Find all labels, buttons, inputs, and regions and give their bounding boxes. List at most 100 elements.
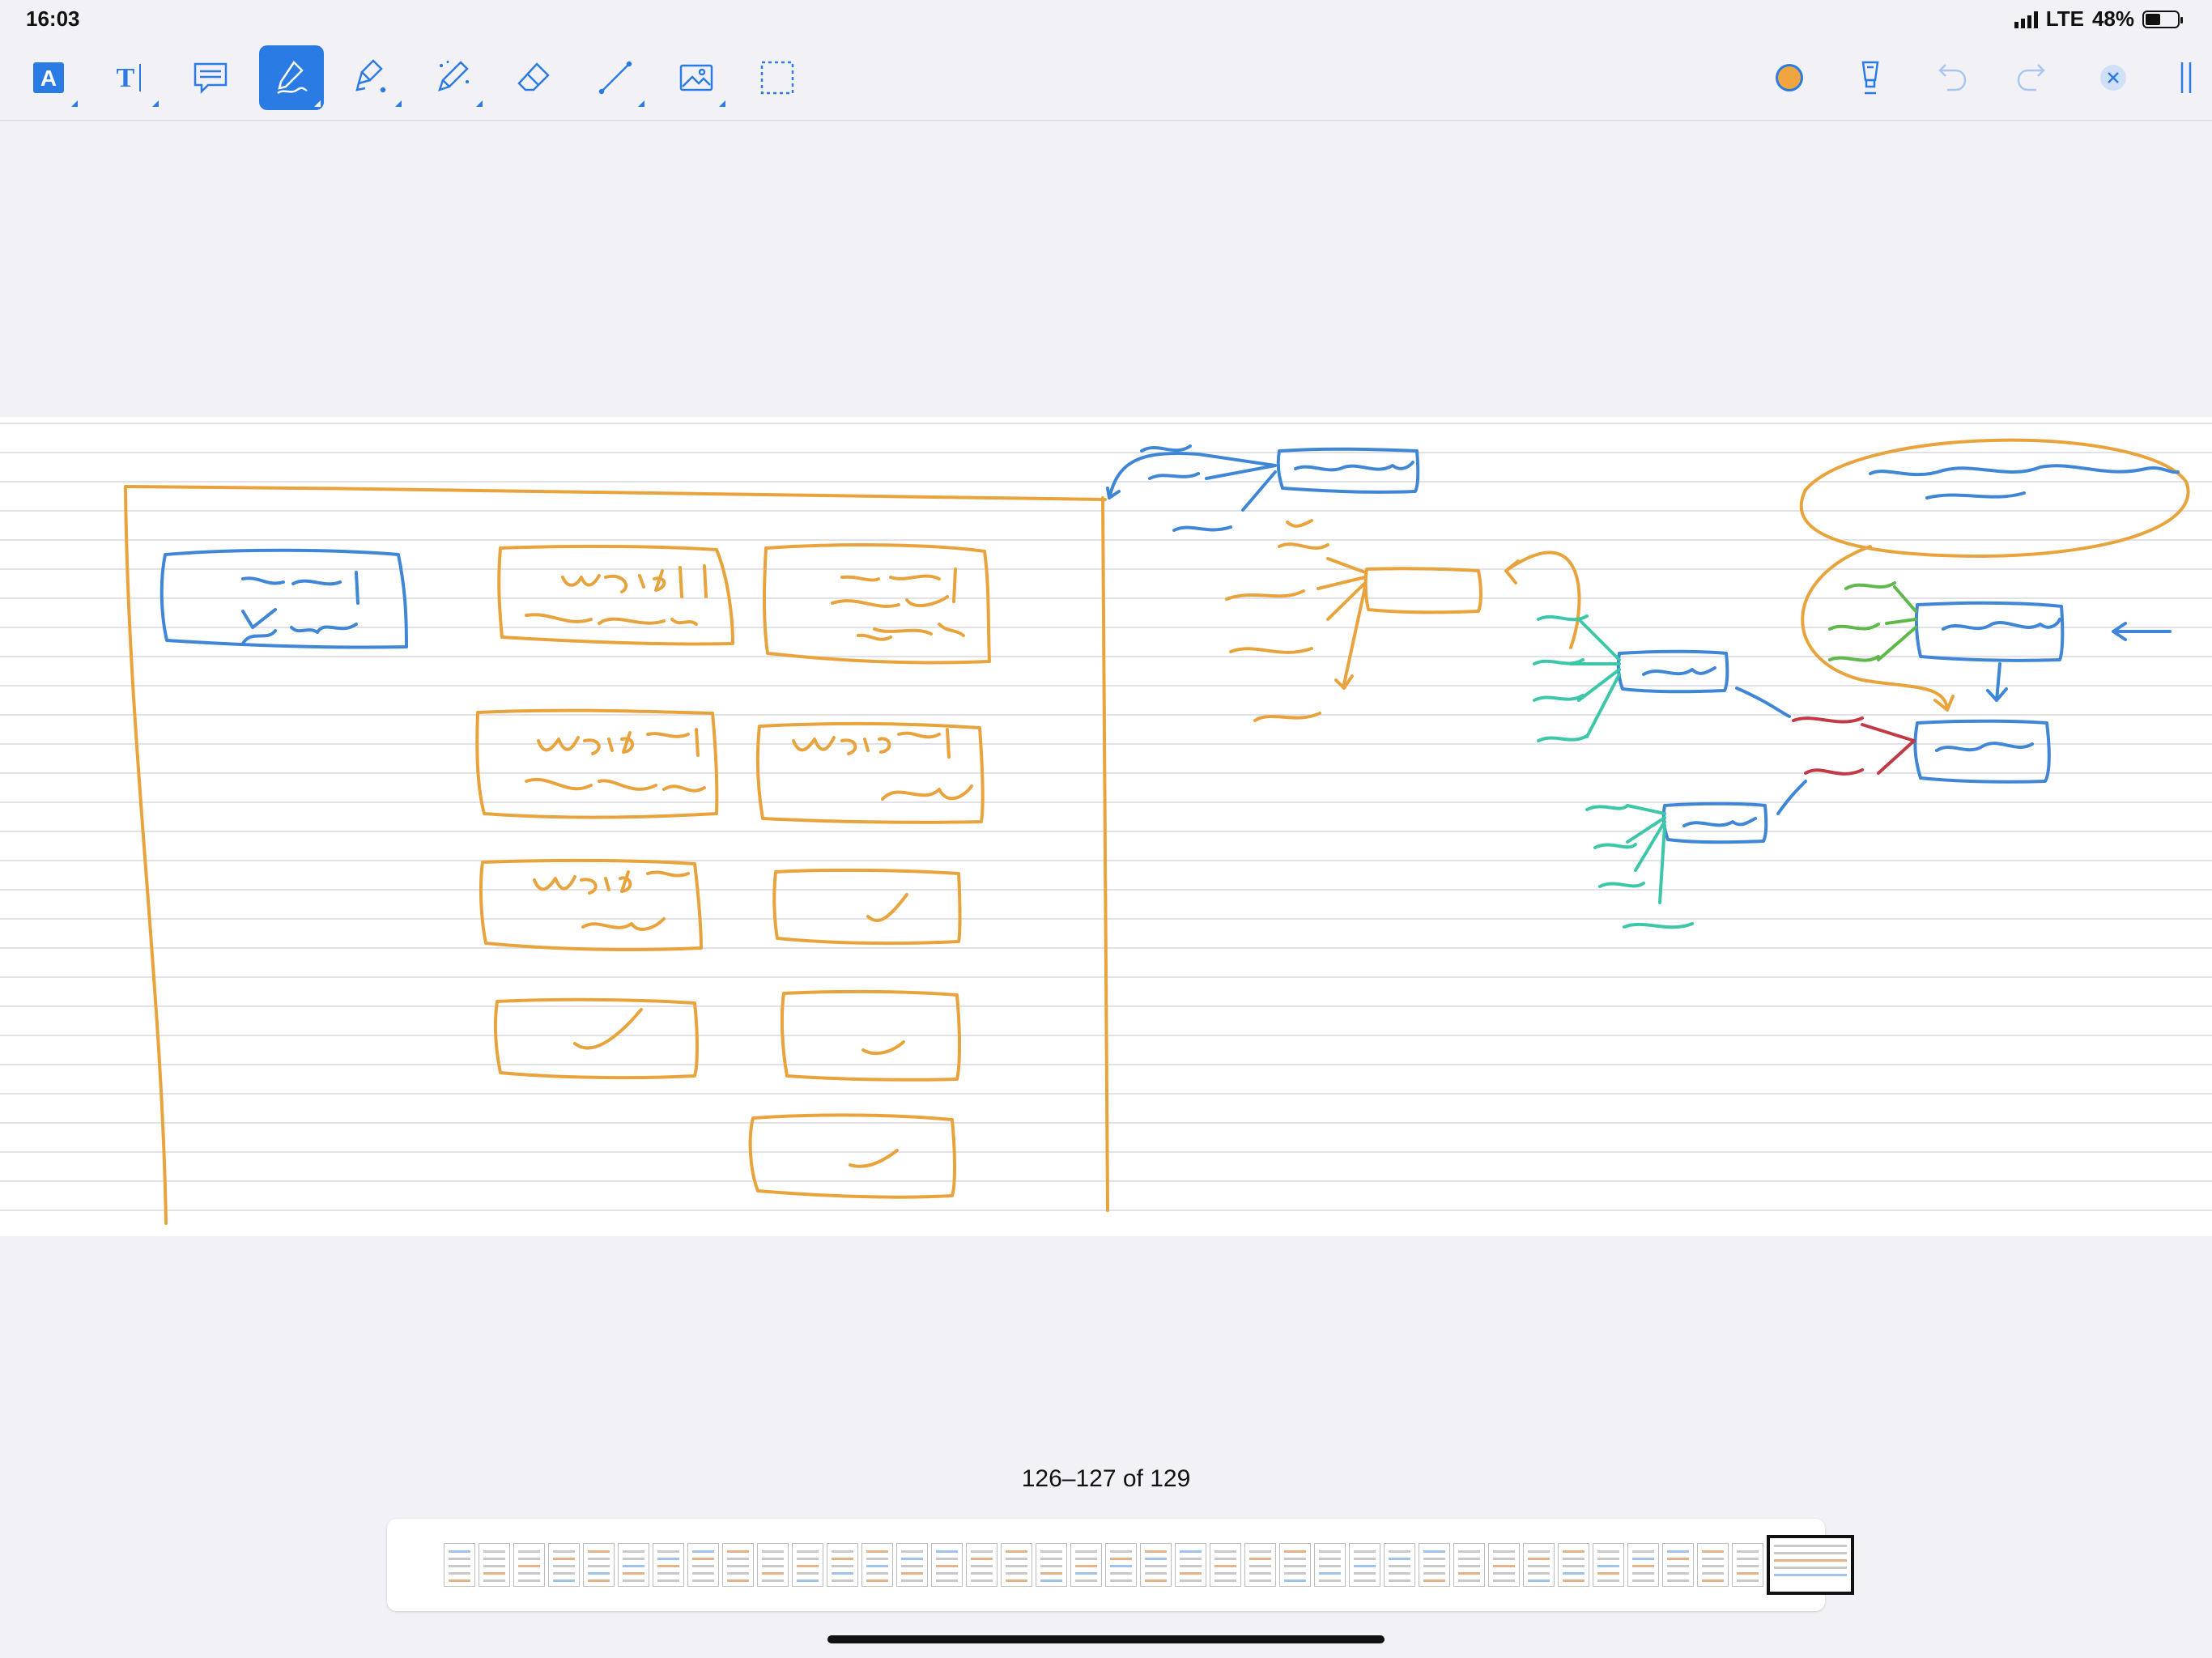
redo-icon (2017, 64, 2045, 91)
page-thumbnail[interactable] (1314, 1543, 1346, 1587)
page-thumbnail[interactable] (861, 1543, 893, 1587)
page-thumbnail[interactable] (1558, 1543, 1589, 1587)
handwriting-canvas[interactable] (0, 417, 2212, 1236)
magic-pen-tool[interactable] (421, 45, 486, 110)
annotation-toolbar: A T (0, 37, 2212, 121)
page-thumbnail[interactable] (653, 1543, 684, 1587)
scribble-questions (525, 728, 706, 793)
box-education-type (1276, 447, 1420, 494)
page-thumbnail[interactable] (722, 1543, 754, 1587)
home-indicator[interactable] (827, 1635, 1385, 1643)
box-upload-golden-word (497, 544, 734, 646)
line-tool[interactable] (583, 45, 648, 110)
page-thumbnail[interactable] (757, 1543, 789, 1587)
page-thumbnail[interactable] (1036, 1543, 1067, 1587)
color-picker-button[interactable] (1757, 45, 1822, 110)
box-check-4 (748, 1113, 956, 1199)
checkmark-1 (866, 893, 908, 922)
page-thumbnail[interactable] (931, 1543, 963, 1587)
page-thumbnail[interactable] (618, 1543, 649, 1587)
page-thumbnail[interactable] (1523, 1543, 1555, 1587)
network-label: LTE (2045, 6, 2084, 31)
redo-button[interactable] (2000, 45, 2065, 110)
maqta-arrows (1317, 557, 1367, 686)
scribble-education-labels (1140, 444, 1232, 532)
highlighter-icon (355, 59, 386, 93)
pen-tool[interactable] (259, 45, 324, 110)
eraser-tool[interactable] (502, 45, 567, 110)
close-icon (2100, 65, 2126, 91)
page-thumbnail[interactable] (583, 1543, 615, 1587)
box-upload-movie (763, 543, 991, 665)
page-thumbnail[interactable] (1279, 1543, 1311, 1587)
page-thumbnail[interactable] (1001, 1543, 1032, 1587)
frame-left (124, 485, 168, 1225)
comment-tool[interactable] (178, 45, 243, 110)
page-thumbnail[interactable] (896, 1543, 928, 1587)
page-thumbnail[interactable] (1105, 1543, 1137, 1587)
page-thumbnail[interactable] (444, 1543, 475, 1587)
red-ink-group (1792, 716, 1916, 776)
page-thumbnail[interactable] (1593, 1543, 1624, 1587)
scribble-course-1 (1642, 666, 1716, 676)
scribble-upload-movie (831, 568, 965, 641)
page-thumbnail[interactable] (966, 1543, 998, 1587)
page-thumbnail[interactable] (1384, 1543, 1415, 1587)
page-thumbnail[interactable] (479, 1543, 510, 1587)
svg-text:A: A (40, 66, 57, 91)
pen-icon (277, 61, 308, 95)
specialized-arrow (1861, 723, 1916, 775)
hide-toolbar-icon (2180, 62, 2192, 93)
text-tool[interactable]: T (97, 45, 162, 110)
signal-icon (2014, 11, 2038, 28)
page-thumbnail[interactable] (1627, 1543, 1659, 1587)
page-thumbnail[interactable] (1732, 1543, 1763, 1587)
text-style-tool[interactable]: A (16, 45, 81, 110)
battery-icon (2142, 10, 2183, 28)
current-page-thumbnail[interactable] (1767, 1535, 1854, 1595)
undo-button[interactable] (1919, 45, 1984, 110)
box-upload-questions (475, 708, 719, 819)
blue-ink-group (160, 444, 2180, 844)
page-thumbnail[interactable] (1175, 1543, 1206, 1587)
box-field (1914, 601, 2065, 662)
hide-toolbar-button[interactable] (2154, 45, 2212, 110)
note-page[interactable] (0, 417, 2212, 1236)
page-thumbnail[interactable] (827, 1543, 858, 1587)
page-thumbnail[interactable] (1488, 1543, 1520, 1587)
magic-wand-icon (438, 61, 469, 91)
close-toolbar-button[interactable] (2081, 45, 2146, 110)
page-indicator: 126–127 of 129 (1021, 1465, 1191, 1492)
page-thumbnail[interactable] (1662, 1543, 1694, 1587)
lasso-tool[interactable] (745, 45, 810, 110)
page-thumbnail[interactable] (513, 1543, 545, 1587)
box-course-name-2 (1661, 801, 1768, 844)
page-thumbnail[interactable] (1210, 1543, 1241, 1587)
page-thumbnail[interactable] (1453, 1543, 1485, 1587)
page-thumbnail[interactable] (792, 1543, 823, 1587)
page-thumbnail-strip[interactable] (387, 1519, 1854, 1611)
page-thumbnail[interactable] (1070, 1543, 1102, 1587)
page-thumbnail[interactable] (1419, 1543, 1450, 1587)
page-thumbnail[interactable] (548, 1543, 580, 1587)
text-cursor-icon: T (117, 63, 141, 93)
status-indicators: LTE 48% (2014, 6, 2183, 32)
scribble-course-2 (1682, 817, 1757, 827)
page-thumbnail[interactable] (1140, 1543, 1172, 1587)
checkmark-4 (849, 1149, 899, 1168)
image-tool[interactable] (664, 45, 729, 110)
page-thumbnail[interactable] (1697, 1543, 1729, 1587)
highlighter-tool[interactable] (340, 45, 405, 110)
page-thumbnail[interactable] (1244, 1543, 1276, 1587)
scribble-golden-word (525, 564, 708, 626)
grades-scribble (1225, 519, 1329, 722)
page-thumbnail[interactable] (687, 1543, 719, 1587)
box-maqta (1363, 567, 1482, 614)
arrow-left (2112, 622, 2172, 641)
teal-ink-group (1533, 614, 1694, 929)
box-check-1 (772, 868, 962, 946)
scribble-solution (792, 728, 973, 801)
stroke-width-button[interactable] (1838, 45, 1903, 110)
checkmark-2 (573, 1008, 643, 1050)
page-thumbnail[interactable] (1349, 1543, 1380, 1587)
